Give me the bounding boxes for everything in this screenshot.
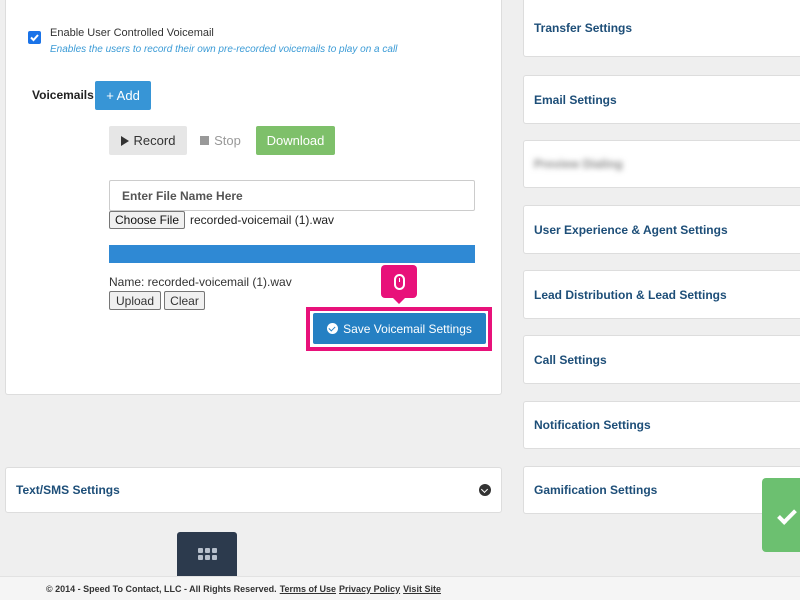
enable-voicemail-help: Enables the users to record their own pr…	[50, 44, 398, 55]
record-button[interactable]: Record	[109, 126, 187, 155]
check-circle-icon	[327, 323, 339, 334]
panel-label: Preview Dialing	[534, 157, 623, 171]
app-grid-button[interactable]	[177, 532, 237, 576]
save-voicemail-settings-button[interactable]: Save Voicemail Settings	[313, 313, 486, 344]
panel-label: Transfer Settings	[534, 21, 633, 35]
panel-user-experience-agent-settings[interactable]: User Experience & Agent Settings	[523, 205, 800, 254]
stop-label: Stop	[214, 133, 241, 148]
upload-button[interactable]: Upload	[109, 291, 161, 310]
panel-transfer-settings[interactable]: Transfer Settings	[523, 0, 800, 57]
record-label: Record	[133, 133, 176, 148]
panel-text-sms-settings[interactable]: Text/SMS Settings	[5, 467, 502, 513]
download-button[interactable]: Download	[256, 126, 335, 155]
chevron-down-circle-icon[interactable]	[479, 484, 491, 496]
voicemails-label: Voicemails	[32, 88, 94, 102]
clear-button[interactable]: Clear	[164, 291, 205, 310]
save-voicemail-label: Save Voicemail Settings	[343, 321, 472, 336]
panel-label: Call Settings	[534, 352, 607, 367]
visit-site-link[interactable]: Visit Site	[403, 584, 441, 594]
footer: © 2014 - Speed To Contact, LLC - All Rig…	[0, 576, 800, 600]
panel-label: Text/SMS Settings	[16, 483, 120, 497]
upload-progress-bar	[109, 245, 475, 263]
enable-voicemail-label: Enable User Controlled Voicemail	[50, 27, 214, 39]
play-icon	[120, 135, 129, 146]
stop-icon	[200, 136, 210, 145]
panel-label: Notification Settings	[534, 418, 651, 432]
panel-notification-settings[interactable]: Notification Settings	[523, 401, 800, 449]
file-name-display: Name: recorded-voicemail (1).wav	[109, 275, 292, 289]
click-indicator-tooltip	[381, 265, 417, 304]
panel-preview-dialing[interactable]: Preview Dialing	[523, 140, 800, 188]
filename-input[interactable]	[109, 180, 475, 211]
panel-label: Email Settings	[534, 92, 617, 107]
panel-lead-distribution-settings[interactable]: Lead Distribution & Lead Settings	[523, 270, 800, 319]
panel-label: User Experience & Agent Settings	[534, 222, 728, 237]
mouse-icon	[393, 273, 405, 290]
upload-progress-fill	[109, 245, 475, 263]
panel-gamification-settings[interactable]: Gamification Settings	[523, 466, 800, 514]
grid-icon	[197, 548, 217, 560]
success-tab[interactable]	[762, 478, 800, 552]
checkmark-icon	[30, 34, 39, 42]
panel-email-settings[interactable]: Email Settings	[523, 75, 800, 124]
terms-of-use-link[interactable]: Terms of Use	[280, 584, 336, 594]
add-voicemail-button[interactable]: + Add	[95, 81, 151, 110]
privacy-policy-link[interactable]: Privacy Policy	[339, 584, 400, 594]
enable-voicemail-checkbox[interactable]	[28, 31, 41, 44]
footer-copyright: © 2014 - Speed To Contact, LLC - All Rig…	[46, 583, 277, 594]
panel-call-settings[interactable]: Call Settings	[523, 335, 800, 384]
panel-label: Gamification Settings	[534, 483, 658, 497]
choose-file-button[interactable]: Choose File	[109, 211, 185, 229]
stop-button[interactable]: Stop	[193, 126, 248, 155]
panel-label: Lead Distribution & Lead Settings	[534, 287, 727, 302]
checkmark-icon	[777, 505, 797, 525]
chosen-file-name: recorded-voicemail (1).wav	[190, 213, 335, 227]
